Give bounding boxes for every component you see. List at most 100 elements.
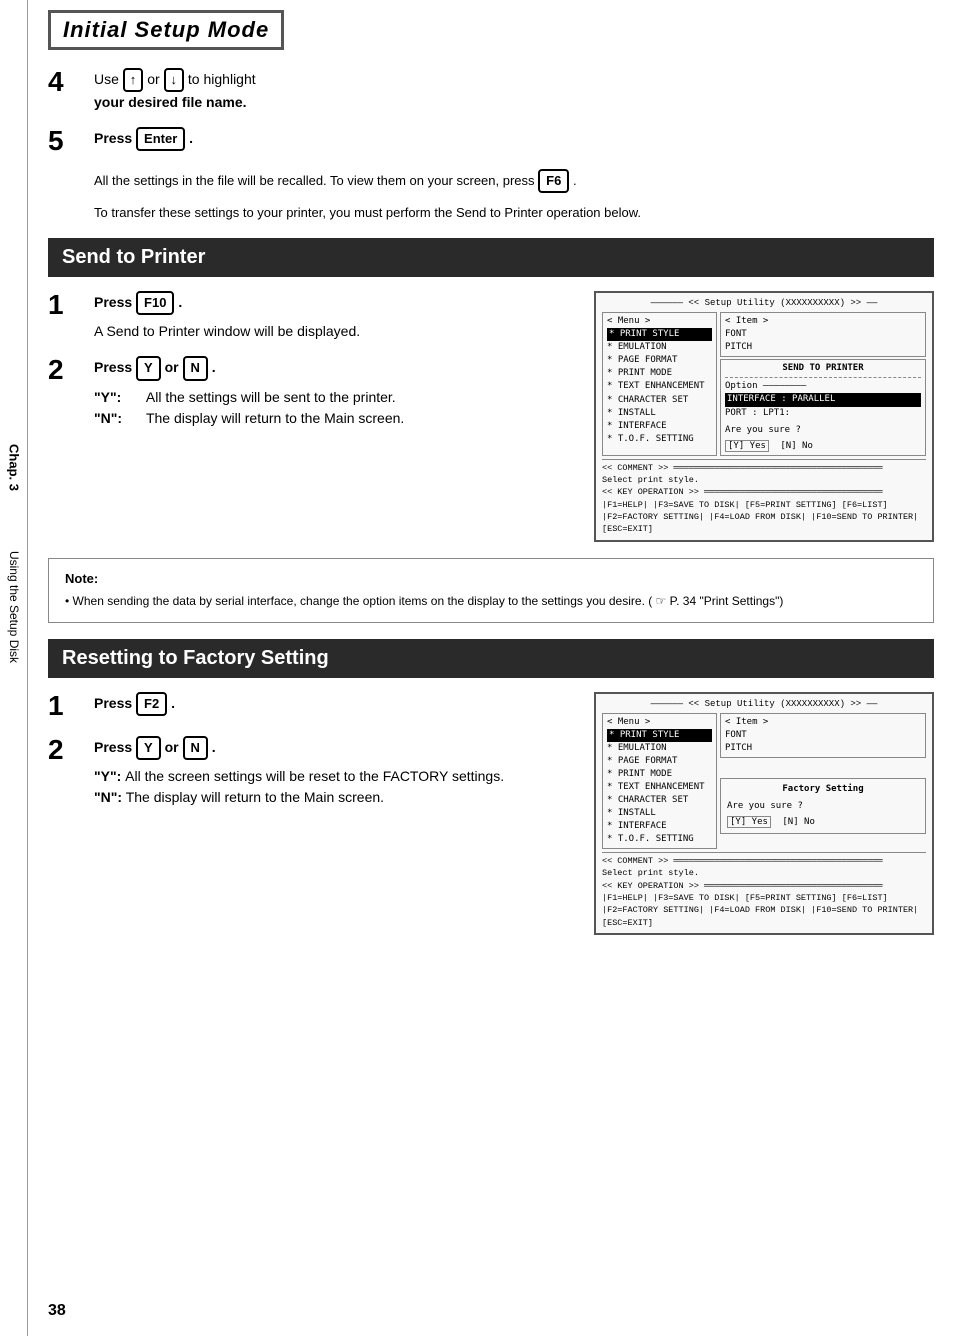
stp-step-1-press: Press — [94, 294, 132, 310]
rst-step-2-content: Press Y or N . "Y": All the screen setti… — [88, 736, 578, 808]
send-to-printer-left: 1 Press F10 . A Send to Printer window w… — [48, 291, 578, 442]
step-4-number: 4 — [48, 68, 88, 96]
stp-divider — [725, 377, 921, 378]
rst-emulation: * EMULATION — [607, 742, 712, 755]
f2-key: F2 — [136, 692, 167, 716]
rst-item-panel: < Item > FONT PITCH — [720, 713, 926, 758]
rst-step-2-number: 2 — [48, 736, 88, 764]
stp-right-panel: < Item > FONT PITCH SEND TO PRINTER Opti… — [720, 312, 926, 455]
stp-print-mode: * PRINT MODE — [607, 367, 712, 380]
rst-tof: * T.O.F. SETTING — [607, 833, 712, 846]
page-title: Initial Setup Mode — [63, 17, 269, 42]
stp-step-1-row: 1 Press F10 . A Send to Printer window w… — [48, 291, 578, 342]
rst-key-ops1: |F1=HELP| |F3=SAVE TO DISK| [F5=PRINT SE… — [602, 892, 926, 904]
enter-key: Enter — [136, 127, 185, 151]
rst-step-2-instruction: Press Y or N . — [94, 736, 578, 760]
rst-font: FONT — [725, 729, 921, 742]
stp-send-label: SEND TO PRINTER — [725, 362, 921, 375]
send-to-printer-content: 1 Press F10 . A Send to Printer window w… — [48, 291, 934, 541]
step-5-row: 5 Press Enter . — [48, 127, 934, 155]
resetting-content: 1 Press F2 . 2 — [48, 692, 934, 935]
stp-port-val: : LPT1: — [752, 408, 790, 418]
step-4-line2: your desired file name. — [94, 94, 247, 110]
stp-step-2-instruction: Press Y or N . — [94, 356, 578, 380]
stp-screen: —————— << Setup Utility (XXXXXXXXXX) >> … — [594, 291, 934, 541]
f10-key: F10 — [136, 291, 174, 315]
rst-step-1-instruction: Press F2 . — [94, 692, 578, 716]
main-content: Initial Setup Mode 4 Use ↑ or ↓ to highl… — [28, 0, 954, 1336]
resetting-left: 1 Press F2 . 2 — [48, 692, 578, 822]
rst-step-2-or: or — [165, 739, 183, 755]
rst-step-2-press: Press — [94, 739, 132, 755]
stp-interface-val: : PARALLEL — [781, 394, 835, 404]
rst-step-1-press: Press — [94, 695, 132, 711]
stp-step-1-content: Press F10 . A Send to Printer window wil… — [88, 291, 578, 342]
down-arrow-key: ↓ — [164, 68, 185, 92]
stp-step-2-number: 2 — [48, 356, 88, 384]
note-title: Note: — [65, 571, 917, 586]
chapter-label: Chap. 3 — [6, 444, 21, 491]
rst-y-label: "Y": — [94, 766, 122, 787]
stp-y-label: "Y": — [94, 387, 122, 408]
step-5-press: Press — [94, 130, 132, 146]
stp-comment: << COMMENT >> ══════════════════════════… — [602, 462, 926, 474]
stp-print-style: * PRINT STYLE — [607, 328, 712, 341]
stp-step-2-n: "N": The display will return to the Main… — [94, 408, 578, 429]
stp-step-2-content: Press Y or N . "Y": All the settings wil… — [88, 356, 578, 428]
rst-comment-text: Select print style. — [602, 867, 926, 879]
rst-print-style: * PRINT STYLE — [607, 729, 712, 742]
rst-step-2-row: 2 Press Y or N . "Y": — [48, 736, 578, 808]
stp-step-2-row: 2 Press Y or N . "Y": — [48, 356, 578, 428]
page-title-box: Initial Setup Mode — [48, 10, 284, 50]
rst-screen-col: —————— << Setup Utility (XXXXXXXXXX) >> … — [594, 692, 934, 935]
rst-right-panel: < Item > FONT PITCH Factory Setting Are … — [720, 713, 926, 849]
rst-n-label: "N": — [94, 787, 122, 808]
stp-comment-text: Select print style. — [602, 474, 926, 486]
note-box: Note: • When sending the data by serial … — [48, 558, 934, 623]
stp-step-2-dot: . — [212, 359, 216, 375]
step-5-body2: To transfer these settings to your print… — [94, 203, 934, 224]
rst-step-1-number: 1 — [48, 692, 88, 720]
n-key-rst: N — [183, 736, 208, 760]
stp-confirm-row: [Y] Yes [N] No — [725, 440, 921, 453]
stp-install: * INSTALL — [607, 407, 712, 420]
step-5-body1-end: . — [573, 173, 577, 188]
stp-text-enhancement: * TEXT ENHANCEMENT — [607, 380, 712, 393]
stp-interface-row: INTERFACE : PARALLEL — [725, 393, 921, 406]
rst-factory-panel: Factory Setting Are you sure ? [Y] Yes [… — [720, 778, 926, 834]
stp-port-row: PORT : LPT1: — [725, 407, 921, 420]
stp-pitch: PITCH — [725, 341, 921, 354]
stp-step-2-y: "Y": All the settings will be sent to th… — [94, 387, 578, 408]
stp-n-text: The display will return to the Main scre… — [146, 410, 404, 426]
rst-item-label: < Item > — [725, 716, 921, 729]
stp-emulation: * EMULATION — [607, 341, 712, 354]
rst-no-opt: [N] No — [782, 817, 815, 827]
rst-step-1-content: Press F2 . — [88, 692, 578, 716]
stp-step-1-body: A Send to Printer window will be display… — [94, 321, 578, 342]
page-number: 38 — [48, 1302, 66, 1320]
stp-step-1-number: 1 — [48, 291, 88, 319]
step-4-row: 4 Use ↑ or ↓ to highlight your desired f… — [48, 68, 934, 113]
note-text: When sending the data by serial interfac… — [73, 594, 784, 608]
stp-interface: * INTERFACE — [607, 420, 712, 433]
rst-pitch: PITCH — [725, 742, 921, 755]
rst-interface: * INTERFACE — [607, 820, 712, 833]
up-arrow-key: ↑ — [123, 68, 144, 92]
stp-item-panel: < Item > FONT PITCH — [720, 312, 926, 357]
stp-screen-title: —————— << Setup Utility (XXXXXXXXXX) >> … — [602, 297, 926, 310]
note-bullet: • — [65, 594, 73, 608]
stp-character-set: * CHARACTER SET — [607, 394, 712, 407]
stp-yes-opt: [Y] Yes — [725, 440, 769, 452]
stp-key-ops2: |F2=FACTORY SETTING| |F4=LOAD FROM DISK|… — [602, 511, 926, 536]
stp-menu-label: < Menu > — [607, 315, 712, 328]
rst-character-set: * CHARACTER SET — [607, 794, 712, 807]
y-key-rst: Y — [136, 736, 161, 760]
note-body: • When sending the data by serial interf… — [65, 592, 917, 610]
step-5-dot: . — [189, 130, 193, 146]
rst-screen-body: < Menu > * PRINT STYLE * EMULATION * PAG… — [602, 713, 926, 849]
rst-step-1-dot: . — [171, 695, 175, 711]
stp-step-1-instruction: Press F10 . — [94, 291, 578, 315]
rst-menu-panel: < Menu > * PRINT STYLE * EMULATION * PAG… — [602, 713, 717, 849]
step-4-highlight: to highlight — [188, 71, 256, 87]
f6-key: F6 — [538, 169, 569, 193]
